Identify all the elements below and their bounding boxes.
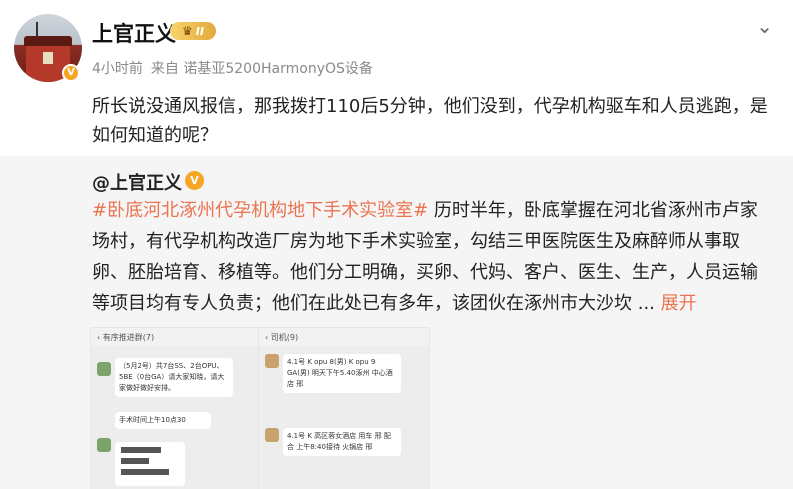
repost-image-1[interactable]: ‹ 有序推进群(7) （5月2号）共7台SS、2台OPU、5BE（0台GA）请大… bbox=[90, 327, 262, 489]
repost-topic-link[interactable]: #卧底河北涿州代孕机构地下手术实验室# bbox=[92, 200, 428, 221]
avatar-portrait bbox=[43, 52, 53, 64]
post-meta: 4小时前 来自 诺基亚5200HarmonyOS设备 bbox=[92, 58, 373, 78]
post-source: 来自 诺基亚5200HarmonyOS设备 bbox=[150, 61, 373, 77]
repost-card[interactable]: @上官正义 V #卧底河北涿州代孕机构地下手术实验室# 历时半年，卧底掌握在河北… bbox=[0, 156, 793, 489]
chat-avatar bbox=[265, 428, 279, 442]
chat-message: 4.1号 K 高区蓉女酒店 用车 邢 配合 上午8:40接待 火锅店 邢 bbox=[283, 428, 401, 456]
chevron-down-icon[interactable]: ⌄ bbox=[756, 14, 773, 38]
avatar-roof bbox=[24, 36, 72, 46]
chat-title: ‹ 有序推进群(7) bbox=[91, 328, 261, 346]
expand-link[interactable]: 展开 bbox=[661, 293, 697, 314]
repost-author[interactable]: @上官正义 bbox=[92, 169, 182, 195]
post-text: 所长说没通风报信，那我拨打110后5分钟，他们没到，代孕机构驱车和人员逃跑，是如… bbox=[92, 96, 768, 146]
chat-avatar bbox=[97, 438, 111, 452]
chat-area: 4.1号 K opu 8(男) K opu 9 GA(男) 明天下午5.40涿州… bbox=[259, 346, 429, 489]
chat-message: 手术时间上午10点30 bbox=[115, 412, 211, 429]
repost-text: #卧底河北涿州代孕机构地下手术实验室# 历时半年，卧底掌握在河北省涿州市卢家场村… bbox=[92, 195, 772, 319]
user-level: II bbox=[195, 24, 204, 38]
user-level-badge: ♛ II bbox=[170, 22, 216, 40]
repost-image-2[interactable]: ‹ 司机(9) 4.1号 K opu 8(男) K opu 9 GA(男) 明天… bbox=[258, 327, 430, 489]
avatar-flag bbox=[36, 22, 38, 36]
crown-icon: ♛ bbox=[182, 24, 193, 38]
verified-badge-icon: V bbox=[185, 171, 204, 190]
chat-avatar bbox=[97, 362, 111, 376]
chat-message: （5月2号）共7台SS、2台OPU、5BE（0台GA）请大家知晓，请大家做好做好… bbox=[115, 358, 233, 397]
user-name[interactable]: 上官正义 bbox=[92, 18, 176, 48]
verified-badge-icon: V bbox=[62, 64, 80, 82]
chat-title: ‹ 司机(9) bbox=[259, 328, 429, 346]
chat-message: 4.1号 K opu 8(男) K opu 9 GA(男) 明天下午5.40涿州… bbox=[283, 354, 401, 393]
chat-area: （5月2号）共7台SS、2台OPU、5BE（0台GA）请大家知晓，请大家做好做好… bbox=[91, 346, 261, 489]
chat-avatar bbox=[265, 354, 279, 368]
chat-image-message bbox=[115, 442, 185, 486]
post-time: 4小时前 bbox=[92, 61, 143, 77]
